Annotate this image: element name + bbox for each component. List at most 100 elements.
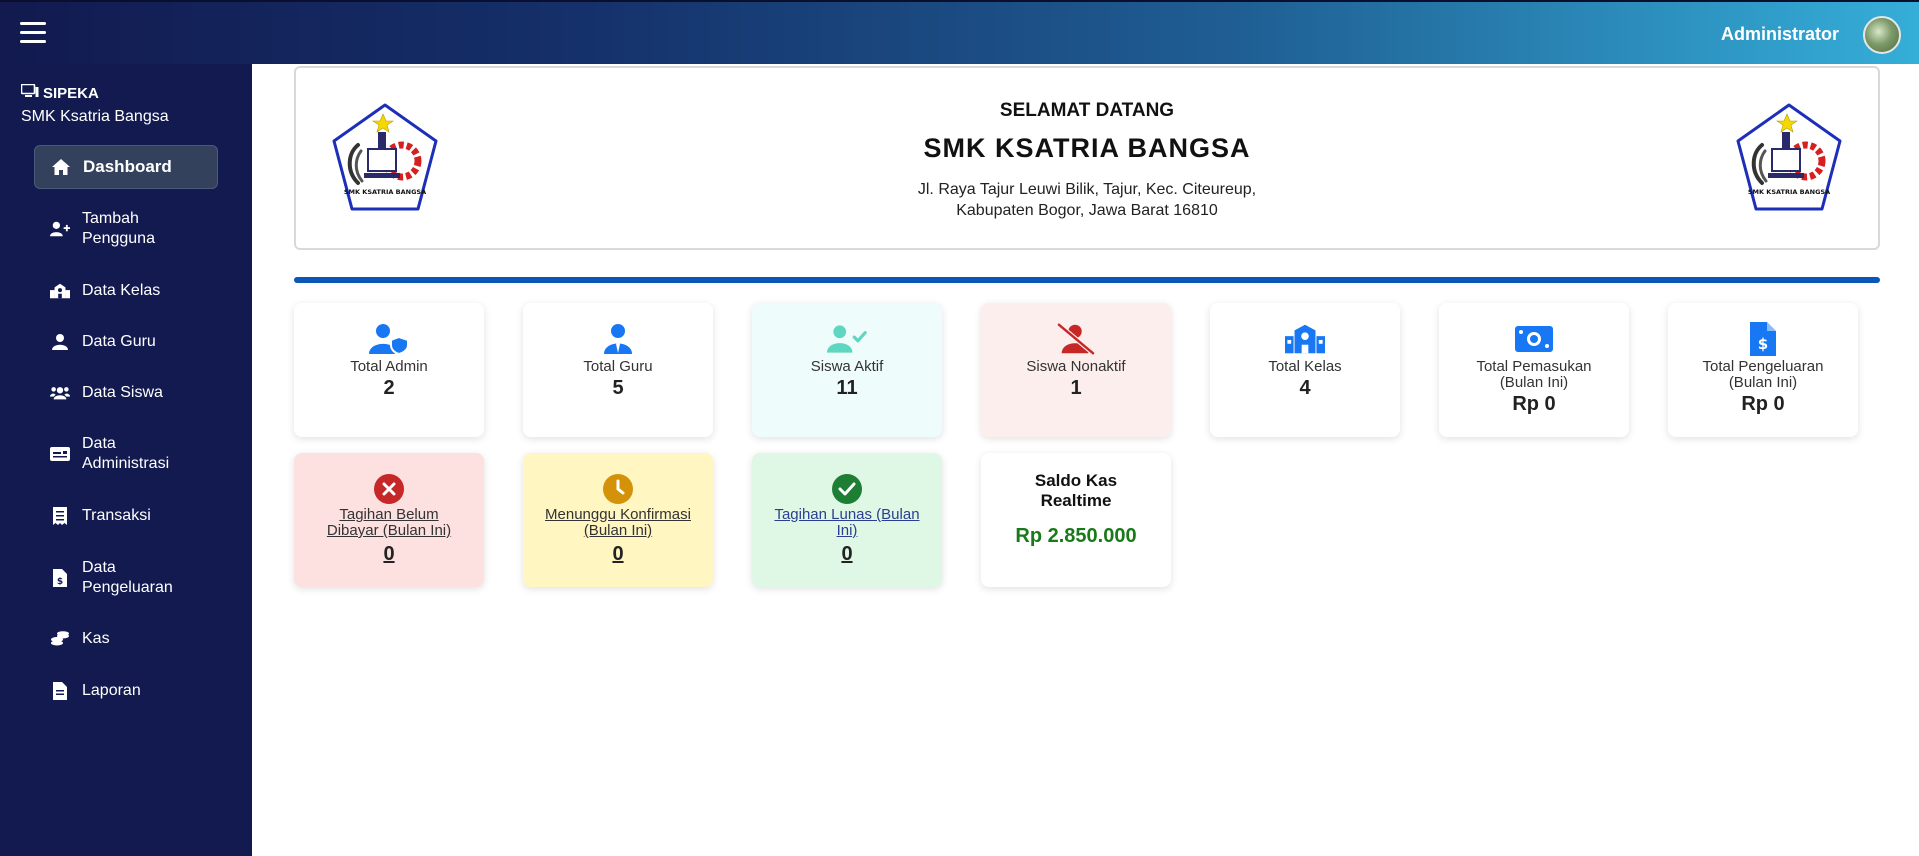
sidebar-item-label: Laporan [82, 682, 141, 699]
sidebar-item-label: Data Pengeluaran [82, 559, 173, 596]
sidebar-item-label: Data Guru [82, 333, 156, 350]
app-name: SIPEKA [43, 84, 99, 102]
times-circle-icon [369, 471, 409, 507]
stat-value: 5 [612, 377, 624, 399]
avatar[interactable] [1863, 16, 1901, 54]
money-bill-icon [1514, 321, 1554, 357]
stat-label: Siswa Nonaktif [1026, 358, 1126, 375]
user-plus-icon [50, 219, 70, 239]
section-divider [294, 277, 1880, 283]
stat-label: Total Pemasukan [1476, 358, 1592, 375]
billing-link-label[interactable]: Menunggu Konfirmasi [523, 507, 713, 523]
logo-text: SMK KSATRIA BANGSA [1748, 188, 1830, 196]
user-check-icon [827, 321, 867, 357]
billing-card-menunggu-konfirmasi[interactable]: Menunggu Konfirmasi (Bulan Ini) 0 [523, 453, 713, 587]
sidebar-item-label: Transaksi [82, 507, 151, 524]
school-icon [50, 281, 70, 301]
billing-link-label[interactable]: Tagihan Belum [294, 507, 484, 523]
user-shield-icon [369, 321, 409, 357]
top-navbar: Administrator [0, 0, 1919, 64]
school-icon [1285, 321, 1325, 357]
billing-value[interactable]: 0 [294, 543, 484, 566]
saldo-title: Saldo Kas Realtime [981, 471, 1171, 511]
billing-link-label-2[interactable]: Ini) [752, 523, 942, 539]
desktop-icon [20, 83, 39, 102]
sidebar-item-data-kelas[interactable]: Data Kelas [34, 281, 218, 301]
admin-name[interactable]: Administrator [1721, 24, 1839, 45]
sidebar: SIPEKA SMK Ksatria Bangsa Dashboard Tamb… [0, 64, 252, 856]
sidebar-item-kas[interactable]: Kas [34, 629, 218, 649]
stat-card-siswa-nonaktif: Siswa Nonaktif 1 [981, 303, 1171, 437]
billing-card-tagihan-lunas[interactable]: Tagihan Lunas (Bulan Ini) 0 [752, 453, 942, 587]
hamburger-menu-icon[interactable] [20, 22, 46, 44]
school-logo: SMK KSATRIA BANGSA [1732, 101, 1846, 215]
saldo-kas-card: Saldo Kas Realtime Rp 2.850.000 [981, 453, 1171, 587]
coins-icon [50, 629, 70, 649]
id-card-icon [50, 444, 70, 464]
sidebar-item-tambah-pengguna[interactable]: Tambah Pengguna [34, 209, 218, 249]
clock-icon [598, 471, 638, 507]
sidebar-item-label: Dashboard [83, 157, 172, 176]
sidebar-item-label: Data Kelas [82, 282, 161, 299]
stat-label-period: (Bulan Ini) [1728, 374, 1798, 391]
billing-link-label[interactable]: Tagihan Lunas (Bulan [752, 507, 942, 523]
svg-text:$: $ [57, 577, 63, 587]
sidebar-item-data-pengeluaran[interactable]: $ Data Pengeluaran [34, 558, 218, 598]
address-line-1: Jl. Raya Tajur Leuwi Bilik, Tajur, Kec. … [917, 181, 1257, 198]
sidebar-item-label: Data Siswa [82, 384, 163, 401]
sidebar-item-label: Tambah Pengguna [82, 210, 155, 247]
sidebar-item-data-siswa[interactable]: Data Siswa [34, 383, 218, 403]
stat-label: Total Guru [583, 358, 653, 375]
stat-card-total-guru: Total Guru 5 [523, 303, 713, 437]
file-invoice-dollar-icon: $ [1743, 321, 1783, 357]
stat-value: 1 [1070, 377, 1082, 399]
billing-value[interactable]: 0 [752, 543, 942, 566]
welcome-school-name: SMK KSATRIA BANGSA [923, 133, 1251, 163]
user-tie-icon [50, 332, 70, 352]
billing-value[interactable]: 0 [523, 543, 713, 566]
saldo-title-line-2: Realtime [1040, 491, 1112, 510]
sidebar-item-transaksi[interactable]: Transaksi [34, 506, 218, 526]
stat-label: Total Kelas [1268, 358, 1342, 375]
file-icon [50, 681, 70, 701]
welcome-address: Jl. Raya Tajur Leuwi Bilik, Tajur, Kec. … [296, 179, 1878, 221]
brand: SIPEKA SMK Ksatria Bangsa [20, 83, 169, 126]
stat-label: Total Admin [350, 358, 428, 375]
stat-value: 4 [1299, 377, 1311, 399]
receipt-icon [50, 506, 70, 526]
sidebar-item-label: Data Administrasi [82, 435, 170, 472]
sidebar-item-dashboard[interactable]: Dashboard [34, 145, 218, 189]
users-icon [50, 383, 70, 403]
billing-link-label-2[interactable]: (Bulan Ini) [523, 523, 713, 539]
check-circle-icon [827, 471, 867, 507]
welcome-greeting: SELAMAT DATANG [999, 100, 1175, 121]
stat-value: 2 [383, 377, 395, 399]
user-tie-icon [598, 321, 638, 357]
stat-card-total-kelas: Total Kelas 4 [1210, 303, 1400, 437]
stat-card-total-pemasukan: Total Pemasukan (Bulan Ini) Rp 0 [1439, 303, 1629, 437]
svg-text:$: $ [1758, 335, 1768, 353]
saldo-value: Rp 2.850.000 [1015, 525, 1137, 547]
stat-label: Total Pengeluaran [1702, 358, 1824, 375]
stat-value: 11 [836, 377, 858, 399]
user-slash-icon [1056, 321, 1096, 357]
stat-card-siswa-aktif: Siswa Aktif 11 [752, 303, 942, 437]
address-line-2: Kabupaten Bogor, Jawa Barat 16810 [956, 202, 1218, 219]
stat-value: Rp 0 [1512, 393, 1556, 415]
stat-card-total-admin: Total Admin 2 [294, 303, 484, 437]
saldo-title-line-1: Saldo Kas [1034, 471, 1118, 490]
stat-value: Rp 0 [1741, 393, 1785, 415]
sidebar-item-data-administrasi[interactable]: Data Administrasi [34, 434, 218, 474]
stat-card-total-pengeluaran: $ Total Pengeluaran (Bulan Ini) Rp 0 [1668, 303, 1858, 437]
school-name: SMK Ksatria Bangsa [21, 108, 169, 125]
home-icon [51, 157, 71, 177]
stat-label: Siswa Aktif [810, 358, 884, 375]
sidebar-item-laporan[interactable]: Laporan [34, 681, 218, 701]
sidebar-item-data-guru[interactable]: Data Guru [34, 332, 218, 352]
stat-label-period: (Bulan Ini) [1499, 374, 1569, 391]
welcome-banner: SMK KSATRIA BANGSA SELAMAT DATANG SMK KS… [294, 66, 1880, 250]
billing-link-label-2[interactable]: Dibayar (Bulan Ini) [294, 523, 484, 539]
billing-card-belum-dibayar[interactable]: Tagihan Belum Dibayar (Bulan Ini) 0 [294, 453, 484, 587]
file-invoice-dollar-icon: $ [50, 568, 70, 588]
sidebar-item-label: Kas [82, 630, 110, 647]
